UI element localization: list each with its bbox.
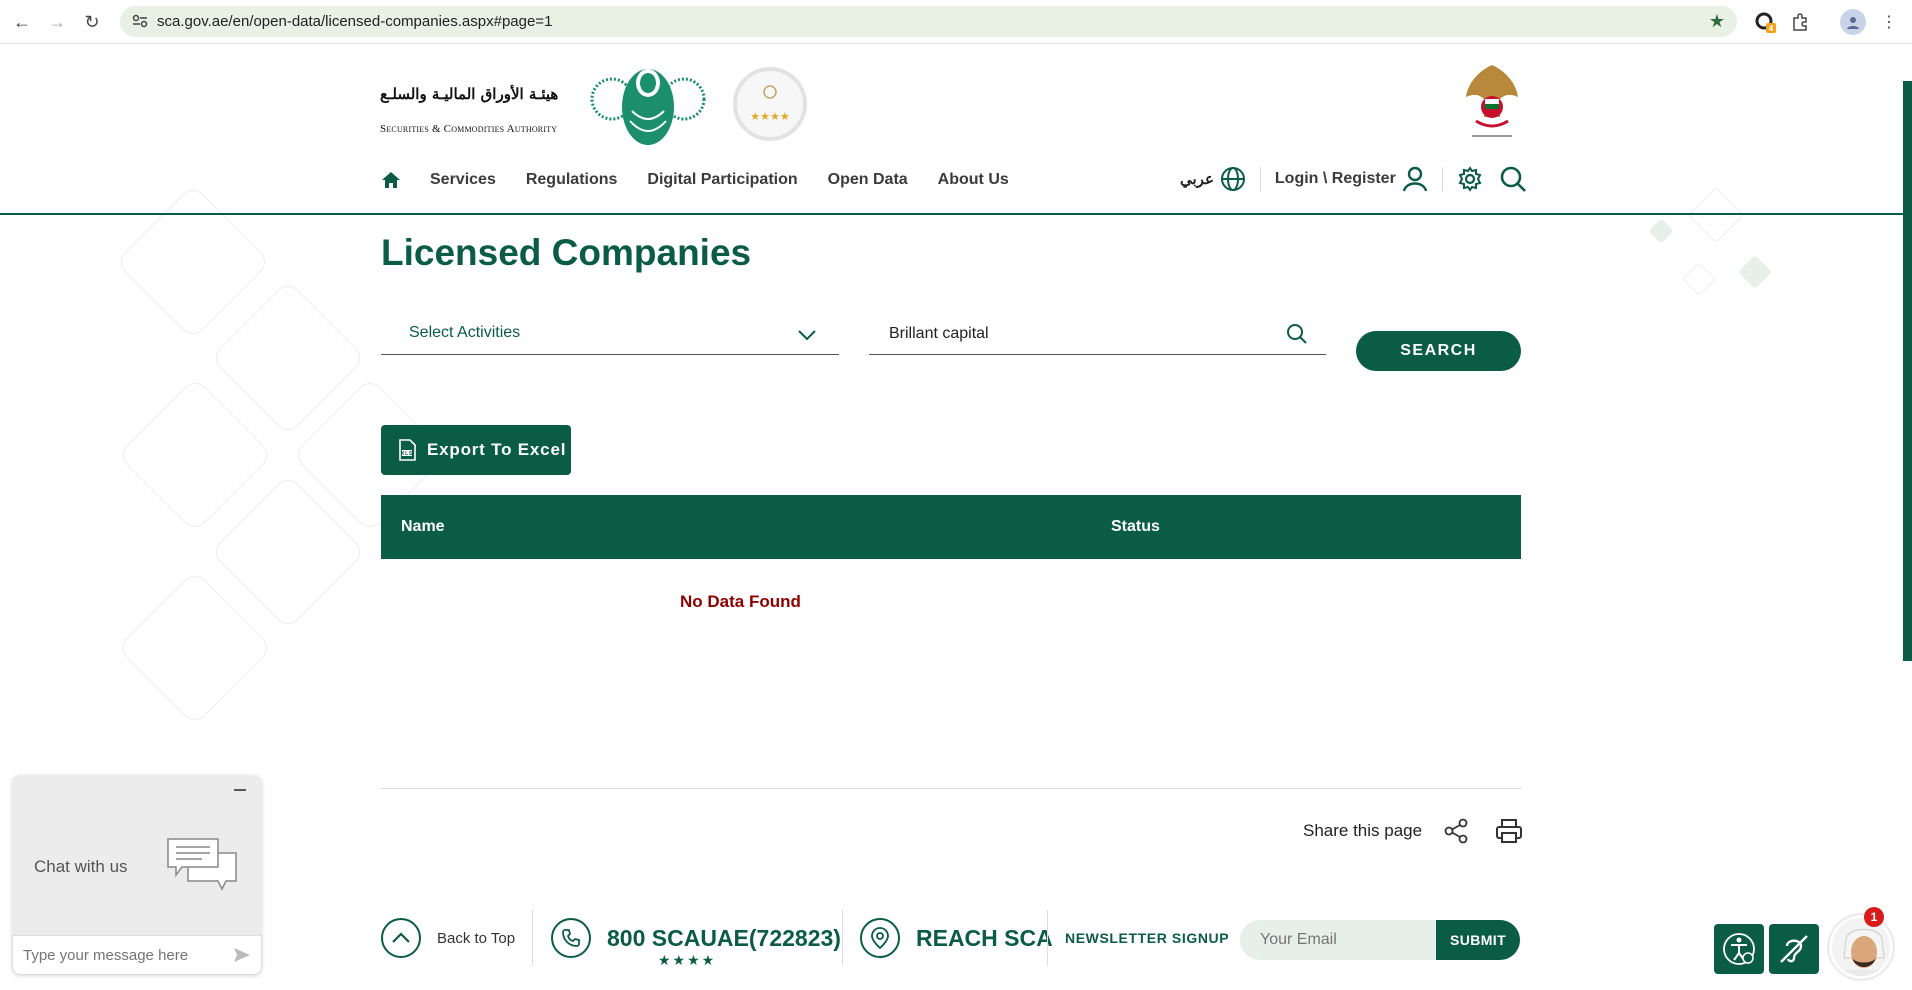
chat-input-area xyxy=(12,935,262,975)
phone-icon xyxy=(551,918,591,958)
url-text: sca.gov.ae/en/open-data/licensed-compani… xyxy=(157,13,553,30)
bookmark-star-icon[interactable]: ★ xyxy=(1709,11,1725,32)
decorative-diamond xyxy=(115,184,271,340)
back-icon[interactable]: ← xyxy=(10,10,34,34)
page-scrollbar[interactable] xyxy=(1903,81,1912,661)
header-divider xyxy=(0,213,1903,215)
newsletter-submit-button[interactable]: SUBMIT xyxy=(1436,920,1520,960)
reach-sca-link[interactable]: REACH SCA xyxy=(860,910,1053,966)
language-switch[interactable]: عربي xyxy=(1180,170,1214,188)
site-settings-icon[interactable] xyxy=(132,14,148,28)
extension-icon[interactable]: 4 xyxy=(1752,9,1778,35)
chat-with-us-label: Chat with us xyxy=(34,857,128,876)
notification-badge: 1 xyxy=(1864,907,1884,927)
decorative-diamond xyxy=(1682,262,1716,296)
nav-separator xyxy=(1441,167,1443,191)
share-page-label: Share this page xyxy=(1303,821,1423,840)
company-search-input[interactable] xyxy=(869,315,1269,353)
send-icon[interactable] xyxy=(233,946,251,964)
extension-badge: 4 xyxy=(1769,24,1774,33)
chevron-down-icon xyxy=(798,330,816,341)
page-footer: Back to Top 800 SCAUAE(722823) ★★★★ REAC… xyxy=(381,910,1521,970)
activities-select-value: Select Activities xyxy=(409,324,521,341)
nav-regulations[interactable]: Regulations xyxy=(526,171,618,189)
column-header-status[interactable]: Status xyxy=(1111,518,1160,536)
accessibility-settings-button[interactable] xyxy=(1714,924,1764,974)
logo-arabic-text: هيئـة الأوراق الماليـة والسلـع xyxy=(380,85,559,103)
decorative-diamond xyxy=(117,570,273,726)
export-to-excel-button[interactable]: XLS Export To Excel xyxy=(381,425,571,475)
globe-icon[interactable] xyxy=(1220,166,1246,192)
hearing-icon xyxy=(1780,935,1808,963)
phone-number: 800 SCAUAE(722823) xyxy=(607,924,841,951)
sca-falcon-emblem-icon xyxy=(590,69,706,145)
logo-english-text: Securities & Commodities Authority xyxy=(380,123,558,135)
newsletter-form: SUBMIT xyxy=(1240,920,1520,960)
nav-separator xyxy=(1259,167,1261,191)
reach-sca-label: REACH SCA xyxy=(916,924,1053,951)
address-bar[interactable]: sca.gov.ae/en/open-data/licensed-compani… xyxy=(120,6,1737,37)
decorative-diamond xyxy=(117,377,273,533)
nav-about-us[interactable]: About Us xyxy=(938,171,1009,189)
activities-select[interactable]: Select Activities xyxy=(381,315,839,355)
chat-bubbles-icon xyxy=(167,838,237,891)
content-divider xyxy=(381,788,1521,789)
svg-text:XLS: XLS xyxy=(401,451,413,457)
decorative-square xyxy=(1648,218,1674,244)
share-icon[interactable] xyxy=(1443,818,1469,844)
search-button[interactable]: SEARCH xyxy=(1356,331,1521,371)
phone-rating-stars: ★★★★ xyxy=(658,952,717,968)
back-to-top-label: Back to Top xyxy=(437,929,516,947)
footer-separator xyxy=(532,910,533,966)
empty-results-message: No Data Found xyxy=(680,592,801,611)
sca-logo[interactable]: هيئـة الأوراق الماليـة والسلـع Securitie… xyxy=(380,61,810,151)
company-search-field xyxy=(869,315,1326,355)
browser-toolbar: ← → ↻ sca.gov.ae/en/open-data/licensed-c… xyxy=(0,0,1912,44)
print-icon[interactable] xyxy=(1495,817,1523,845)
newsletter-signup-label: NEWSLETTER SIGNUP xyxy=(1065,930,1230,946)
user-icon[interactable] xyxy=(1402,166,1428,192)
newsletter-email-input[interactable] xyxy=(1240,920,1435,960)
puzzle-icon[interactable] xyxy=(1787,9,1813,35)
nav-open-data[interactable]: Open Data xyxy=(828,171,908,189)
location-pin-icon xyxy=(860,918,900,958)
page-title: Licensed Companies xyxy=(381,232,752,273)
search-icon[interactable] xyxy=(1286,323,1308,345)
search-icon[interactable] xyxy=(1499,165,1527,193)
chevron-up-icon xyxy=(381,918,421,958)
excel-file-icon: XLS xyxy=(399,439,416,461)
chat-widget: Chat with us xyxy=(12,775,262,975)
web-page: هيئـة الأوراق الماليـة والسلـع Securitie… xyxy=(0,45,1912,990)
footer-separator xyxy=(1047,910,1048,966)
column-header-name[interactable]: Name xyxy=(401,518,445,536)
footer-separator xyxy=(842,910,843,966)
accessibility-gear-icon xyxy=(1723,933,1755,965)
minimize-icon[interactable] xyxy=(234,789,246,791)
chat-message-input[interactable] xyxy=(13,936,223,974)
main-navigation: Services Regulations Digital Participati… xyxy=(380,165,1039,195)
decorative-square xyxy=(1738,255,1772,289)
results-table-header: Name Status xyxy=(381,495,1521,559)
forward-icon[interactable]: → xyxy=(45,10,69,34)
login-register-link[interactable]: Login \ Register xyxy=(1275,170,1396,188)
svg-text:★★★★: ★★★★ xyxy=(750,110,790,123)
nav-digital-participation[interactable]: Digital Participation xyxy=(647,171,797,189)
gear-icon[interactable] xyxy=(1457,166,1483,192)
export-to-excel-label: Export To Excel xyxy=(427,440,567,459)
home-icon[interactable] xyxy=(380,169,402,191)
browser-menu-icon[interactable]: ⋮ xyxy=(1876,9,1902,35)
decorative-diamond xyxy=(1687,186,1745,244)
profile-avatar-icon[interactable] xyxy=(1840,9,1866,35)
award-stars-icon: ★★★★ xyxy=(733,67,807,141)
nav-services[interactable]: Services xyxy=(430,171,496,189)
virtual-assistant-avatar[interactable] xyxy=(1829,915,1893,979)
back-to-top-link[interactable]: Back to Top xyxy=(381,910,515,966)
header-utilities: عربي Login \ Register xyxy=(1180,161,1527,197)
hearing-assist-button[interactable] xyxy=(1769,924,1819,974)
uae-emblem-icon xyxy=(1466,65,1518,137)
reload-icon[interactable]: ↻ xyxy=(80,10,104,34)
